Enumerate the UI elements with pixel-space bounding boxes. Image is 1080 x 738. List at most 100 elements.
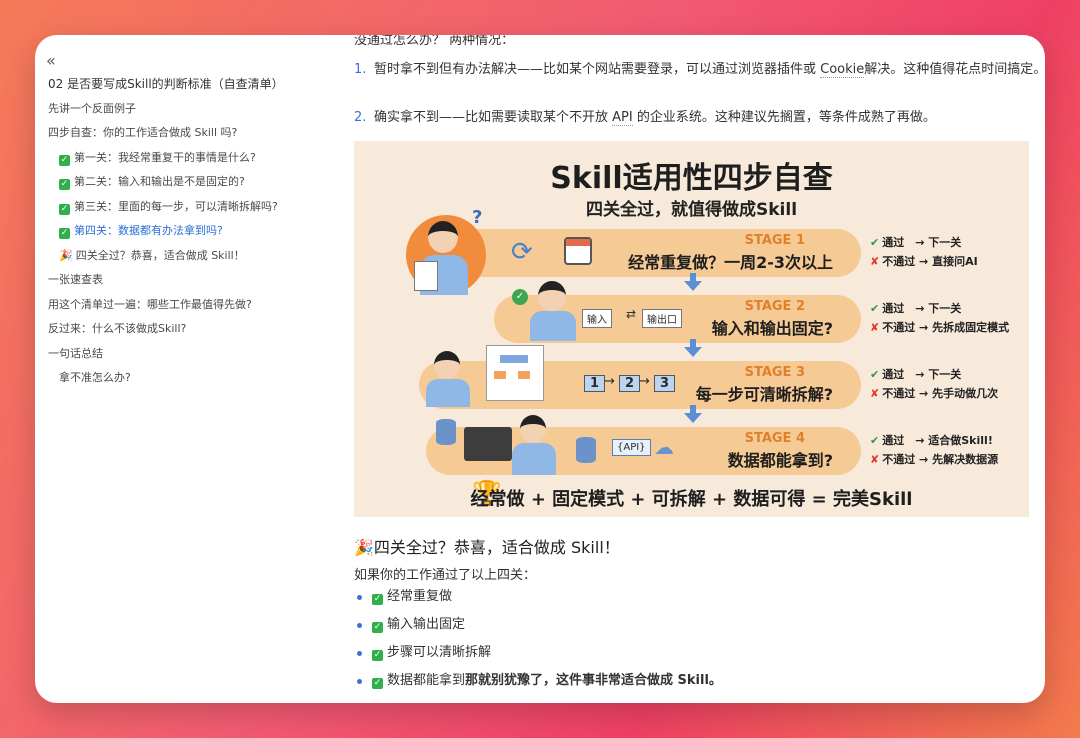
cloud-icon: ☁ [654, 435, 674, 459]
highlight-term: Cookie [820, 62, 865, 78]
cross-mark-icon: ✘ [870, 387, 880, 400]
bullet-dot [357, 595, 362, 600]
list-number: 1. [354, 62, 367, 77]
list-text: 的企业系统。这种建议先搁置，等条件成熟了再做。 [632, 110, 936, 125]
output-box: 输出口 [642, 309, 682, 328]
list-item: 1. 暂时拿不到但有办法解决——比如某个网站需要登录，可以通过浏览器插件或 Coo… [354, 59, 1045, 81]
down-arrow-icon [684, 405, 702, 423]
bullet-text: 步骤可以清晰拆解 [387, 645, 492, 660]
toc-item[interactable]: 四步自查：你的工作适合做成 Skill 吗? [48, 121, 318, 146]
toc-item[interactable]: ✓ 第三关：里面的每一步，可以清晰拆解吗? [48, 195, 318, 220]
check-icon: ✓ [372, 622, 383, 633]
stage-results: ✔ 通过 → 适合做Skill! ✘ 不通过 → 先解决数据源 [870, 431, 998, 469]
check-icon: ✓ [59, 154, 70, 166]
toc-item-title[interactable]: 02 是否要写成Skill的判断标准（自查清单） [48, 72, 318, 97]
cross-mark-icon: ✘ [870, 321, 880, 334]
toc-sidebar: « 02 是否要写成Skill的判断标准（自查清单） 先讲一个反面例子 四步自查… [35, 35, 325, 703]
list-item: ✓ 数据都能拿到那就别犹豫了，这件事非常适合做成 Skill。 [354, 667, 1030, 695]
stage-label: STAGE 1 [744, 233, 805, 248]
bullet-bold-text: 那就别犹豫了，这件事非常适合做成 Skill。 [465, 673, 722, 688]
bullet-dot [357, 623, 362, 628]
toc-item[interactable]: 反过来：什么不该做成Skill? [48, 317, 318, 342]
toc-item[interactable]: 用这个清单过一遍：哪些工作最值得先做? [48, 293, 318, 318]
person-computer-illustration [434, 411, 564, 477]
checklist: ✓ 经常重复做 ✓ 输入输出固定 ✓ 步骤可以清晰拆解 ✓ 数据都能拿到那就别犹豫了，这… [354, 583, 1030, 695]
fail-text: 不通过 → 先拆成固定模式 [882, 321, 1010, 334]
arrow-right-icon: → [604, 374, 615, 389]
toc-item[interactable]: 先讲一个反面例子 [48, 97, 318, 122]
bullet-dot [357, 679, 362, 684]
infographic-summary: 经常做 + 固定模式 + 可拆解 + 数据可得 = 完美Skill [470, 489, 913, 510]
toc-item-label: 四关全过？恭喜，适合做成 Skill！ [75, 248, 245, 262]
toc-item-label: 第一关：我经常重复干的事情是什么? [74, 150, 256, 164]
party-popper-icon: 🎉 [354, 538, 374, 557]
toc-item[interactable]: ✓ 第一关：我经常重复干的事情是什么? [48, 146, 318, 171]
stage-banner: ⟳ STAGE 1 经常重复做？一周2-3次以上 [429, 229, 861, 277]
fail-text: 不通过 → 先解决数据源 [882, 453, 999, 466]
list-text: 确实拿不到——比如需要读取某个不开放 [374, 110, 613, 125]
check-mark-icon: ✔ [870, 236, 880, 249]
check-icon: ✓ [59, 203, 70, 215]
stage-label: STAGE 3 [744, 365, 805, 380]
bullet-text: 数据都能拿到 [387, 673, 466, 688]
list-text: 解决。这种值得花点时间搞定。 [864, 62, 1045, 77]
arrow-right-icon: → [639, 374, 650, 389]
check-icon: ✓ [59, 228, 70, 239]
question-mark-icon: ? [472, 207, 483, 228]
down-arrow-icon [684, 339, 702, 357]
check-mark-icon: ✔ [870, 368, 880, 381]
paragraph-top: 没通过怎么办？ 两种情况： [354, 35, 515, 48]
database-icon [576, 437, 596, 463]
check-icon: ✓ [59, 179, 70, 190]
step-box: 2 [619, 375, 641, 392]
stage-label: STAGE 2 [744, 299, 805, 314]
person-thinking-illustration: ? [406, 207, 486, 295]
list-number: 2. [354, 110, 367, 125]
fail-text: 不通过 → 先手动做几次 [882, 387, 999, 400]
api-box: {API} [612, 439, 651, 456]
infographic-title: Skill适用性四步自查 [550, 161, 833, 196]
collapse-sidebar-icon[interactable]: « [46, 51, 56, 70]
toc-item-label: 用这个清单过一遍：哪些工作最值得先做? [48, 297, 252, 311]
stage-results: ✔ 通过 → 下一关 ✘ 不通过 → 直接问AI [870, 233, 978, 271]
calendar-icon [564, 237, 592, 265]
list-text: 暂时拿不到但有办法解决——比如某个网站需要登录，可以通过浏览器插件或 [374, 62, 821, 77]
pass-text: 通过 → 下一关 [882, 368, 962, 381]
bullet-text: 输入输出固定 [387, 617, 466, 632]
list-item: 2. 确实拿不到——比如需要读取某个不开放 API 的企业系统。这种建议先搁置，等… [354, 107, 1045, 129]
toc-item[interactable]: 一句话总结 [48, 342, 318, 367]
person-pointing-illustration: ✓ [512, 281, 582, 343]
pass-text: 通过 → 下一关 [882, 302, 962, 315]
toc-item-label: 02 是否要写成Skill的判断标准（自查清单） [48, 77, 284, 91]
cross-mark-icon: ✘ [870, 453, 880, 466]
stage-results: ✔ 通过 → 下一关 ✘ 不通过 → 先拆成固定模式 [870, 299, 1009, 337]
toc-item-active[interactable]: ✓ 第四关：数据都有办法拿到吗? [48, 219, 318, 244]
toc-item-label: 第三关：里面的每一步，可以清晰拆解吗? [74, 199, 278, 213]
toc-item[interactable]: 🎉 四关全过？恭喜，适合做成 Skill！ [48, 244, 318, 269]
list-item: ✓ 步骤可以清晰拆解 [354, 639, 1030, 667]
fail-text: 不通过 → 直接问AI [882, 255, 978, 268]
down-arrow-icon [684, 273, 702, 291]
party-popper-icon: 🎉 [59, 248, 73, 262]
toc-item[interactable]: 一张速查表 [48, 268, 318, 293]
refresh-icon: ⟳ [511, 237, 533, 267]
toc-item[interactable]: 拿不准怎么办? [48, 366, 318, 391]
check-mark-icon: ✔ [870, 434, 880, 447]
highlight-term: API [612, 110, 633, 126]
toc-item-label: 反过来：什么不该做成Skill? [48, 322, 187, 335]
list-item: ✓ 输入输出固定 [354, 611, 1030, 639]
toc-item-label: 第二关：输入和输出是不是固定的? [74, 175, 245, 188]
bullet-text: 经常重复做 [387, 589, 453, 604]
stage-results: ✔ 通过 → 下一关 ✘ 不通过 → 先手动做几次 [870, 365, 998, 403]
list-item: ✓ 经常重复做 [354, 583, 1030, 611]
step-box: 3 [654, 375, 676, 392]
pass-text: 通过 → 适合做Skill! [882, 434, 993, 447]
toc-item-label: 四步自查：你的工作适合做成 Skill 吗? [48, 126, 238, 139]
infographic-image: Skill适用性四步自查 四关全过，就值得做成Skill ⟳ STAGE 1 经… [354, 141, 1029, 517]
bullet-dot [357, 651, 362, 656]
toc-item-label: 先讲一个反面例子 [48, 101, 136, 115]
person-presenting-illustration [424, 345, 544, 407]
input-box: 输入 [582, 309, 612, 328]
toc-item[interactable]: ✓ 第二关：输入和输出是不是固定的? [48, 170, 318, 195]
stage-question: 经常重复做？一周2-3次以上 [628, 253, 833, 272]
